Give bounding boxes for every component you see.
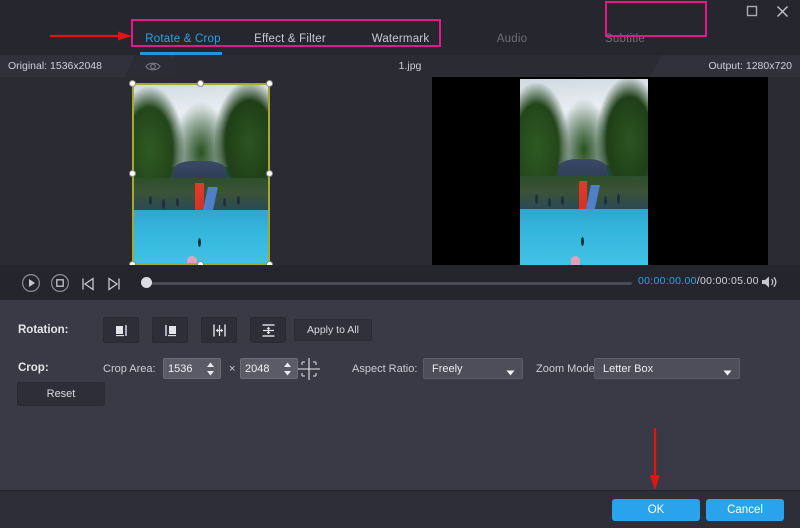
rotation-label: Rotation:: [18, 324, 68, 336]
letterbox-frame: [432, 77, 768, 265]
file-name-label: 1.jpg: [340, 55, 480, 77]
preview-info-strip: Original: 1536x2048 1.jpg Output: 1280x7…: [0, 55, 800, 77]
apply-to-all-button[interactable]: Apply to All: [294, 319, 372, 341]
rotate-right-button[interactable]: [152, 317, 188, 343]
tab-watermark-label: Watermark: [372, 33, 430, 45]
crop-height-value: 2048: [245, 363, 269, 375]
output-preview-pane[interactable]: [400, 77, 800, 265]
crop-selection-box[interactable]: [132, 83, 270, 265]
tab-effect-filter-label: Effect & Filter: [254, 33, 326, 45]
play-icon[interactable]: [20, 272, 42, 294]
rotate-left-button[interactable]: [103, 317, 139, 343]
cancel-label: Cancel: [727, 504, 763, 516]
apply-to-all-label: Apply to All: [307, 324, 359, 336]
zoom-mode-value: Letter Box: [603, 363, 653, 375]
playback-controls: 00:00:00.00/00:00:05.00: [0, 265, 800, 300]
reset-button[interactable]: Reset: [17, 382, 105, 406]
footer-bar: OK Cancel: [0, 490, 800, 528]
rotate-right-icon: [162, 322, 179, 339]
close-icon[interactable]: [774, 3, 790, 19]
crop-width-input[interactable]: 1536: [163, 358, 221, 379]
previous-frame-icon[interactable]: [77, 273, 99, 295]
time-display: 00:00:00.00/00:00:05.00: [638, 275, 759, 287]
tab-rotate-crop[interactable]: Rotate & Crop: [138, 22, 228, 55]
crop-width-value: 1536: [168, 363, 192, 375]
flip-horizontal-icon: [211, 322, 228, 339]
total-time-text: /00:00:05.00: [697, 275, 759, 287]
crop-area-label: Crop Area:: [103, 363, 156, 375]
title-bar: [0, 0, 800, 22]
current-time-text: 00:00:00.00: [638, 275, 697, 287]
next-frame-icon[interactable]: [103, 273, 125, 295]
ok-button[interactable]: OK: [612, 499, 700, 521]
crop-handle-top-center[interactable]: [197, 80, 204, 87]
output-size-label: Output: 1280x720: [650, 55, 800, 77]
crop-label: Crop:: [18, 362, 49, 374]
seek-slider-knob[interactable]: [141, 277, 152, 288]
preview-area: [0, 77, 800, 265]
flip-vertical-button[interactable]: [250, 317, 286, 343]
maximize-icon[interactable]: [744, 3, 760, 19]
aspect-ratio-label: Aspect Ratio:: [352, 363, 417, 375]
tab-rotate-crop-label: Rotate & Crop: [145, 33, 220, 45]
crop-handle-top-right[interactable]: [266, 80, 273, 87]
volume-icon[interactable]: [760, 274, 778, 290]
file-name-text: 1.jpg: [399, 60, 422, 72]
crop-width-stepper[interactable]: [206, 362, 215, 376]
cancel-button[interactable]: Cancel: [706, 499, 784, 521]
tab-watermark[interactable]: Watermark: [358, 22, 443, 55]
reset-label: Reset: [47, 388, 76, 400]
output-image: [520, 79, 648, 265]
zoom-mode-dropdown[interactable]: Letter Box: [594, 358, 740, 379]
crop-handle-top-left[interactable]: [129, 80, 136, 87]
crop-handle-middle-right[interactable]: [266, 170, 273, 177]
flip-horizontal-button[interactable]: [201, 317, 237, 343]
flip-vertical-icon: [260, 322, 277, 339]
chevron-down-icon: [723, 367, 732, 379]
tab-subtitle[interactable]: Subtitle: [585, 22, 665, 55]
aspect-ratio-value: Freely: [432, 363, 463, 375]
tab-audio-label: Audio: [497, 33, 527, 45]
original-size-text: Original: 1536x2048: [8, 60, 102, 72]
chevron-down-icon: [506, 367, 515, 379]
crop-height-stepper[interactable]: [283, 362, 292, 376]
tab-effect-filter[interactable]: Effect & Filter: [245, 22, 335, 55]
stop-icon[interactable]: [49, 272, 71, 294]
crop-handle-middle-left[interactable]: [129, 170, 136, 177]
ok-label: OK: [648, 504, 665, 516]
aspect-ratio-dropdown[interactable]: Freely: [423, 358, 523, 379]
ok-pointer-arrow: [648, 428, 662, 490]
source-preview-pane[interactable]: [0, 77, 400, 265]
settings-panel: Rotation:: [0, 300, 800, 490]
tab-subtitle-label: Subtitle: [605, 33, 645, 45]
tab-audio[interactable]: Audio: [472, 22, 552, 55]
zoom-mode-label: Zoom Mode:: [536, 363, 598, 375]
rotate-left-icon: [113, 322, 130, 339]
tabs-pointer-arrow: [50, 31, 132, 41]
crop-multiply-symbol: ×: [229, 363, 235, 375]
crop-marker-icon[interactable]: [296, 356, 322, 387]
output-size-text: Output: 1280x720: [709, 60, 792, 72]
crop-height-input[interactable]: 2048: [240, 358, 298, 379]
seek-slider-track[interactable]: [142, 282, 632, 285]
